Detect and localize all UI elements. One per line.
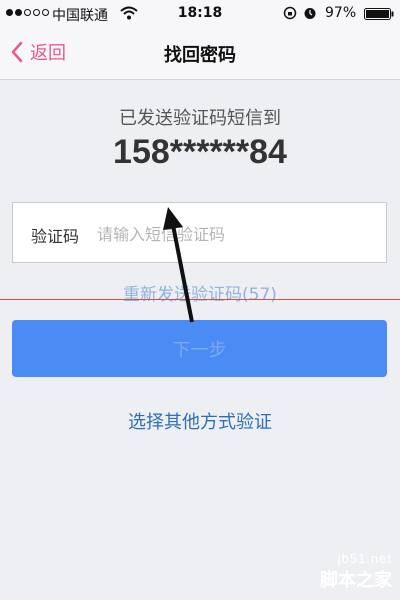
divider-line — [0, 299, 400, 300]
watermark-name: 脚本之家 — [320, 570, 392, 590]
nav-bar: 返回 找回密码 — [0, 27, 400, 80]
sent-message: 已发送验证码短信到 — [119, 108, 281, 129]
battery-icon — [364, 8, 394, 20]
next-step-button[interactable]: 下一步 — [12, 320, 387, 377]
rotation-lock-icon — [283, 6, 297, 20]
page-title: 找回密码 — [164, 45, 236, 66]
code-input[interactable] — [95, 215, 379, 253]
verification-code-field[interactable]: 验证码 — [12, 202, 387, 263]
resend-code-link[interactable]: 重新发送验证码(57) — [0, 280, 400, 305]
status-bar: 中国联通 18:18 97% — [0, 0, 400, 27]
other-verification-link[interactable]: 选择其他方式验证 — [0, 408, 400, 434]
battery-percent: 97% — [325, 5, 357, 21]
code-label: 验证码 — [31, 227, 80, 246]
watermark-url: jb51.net — [337, 551, 392, 566]
watermark: jb51.net 脚本之家 — [320, 551, 392, 592]
phone-number: 158******84 — [113, 133, 287, 171]
alarm-icon — [304, 8, 316, 19]
